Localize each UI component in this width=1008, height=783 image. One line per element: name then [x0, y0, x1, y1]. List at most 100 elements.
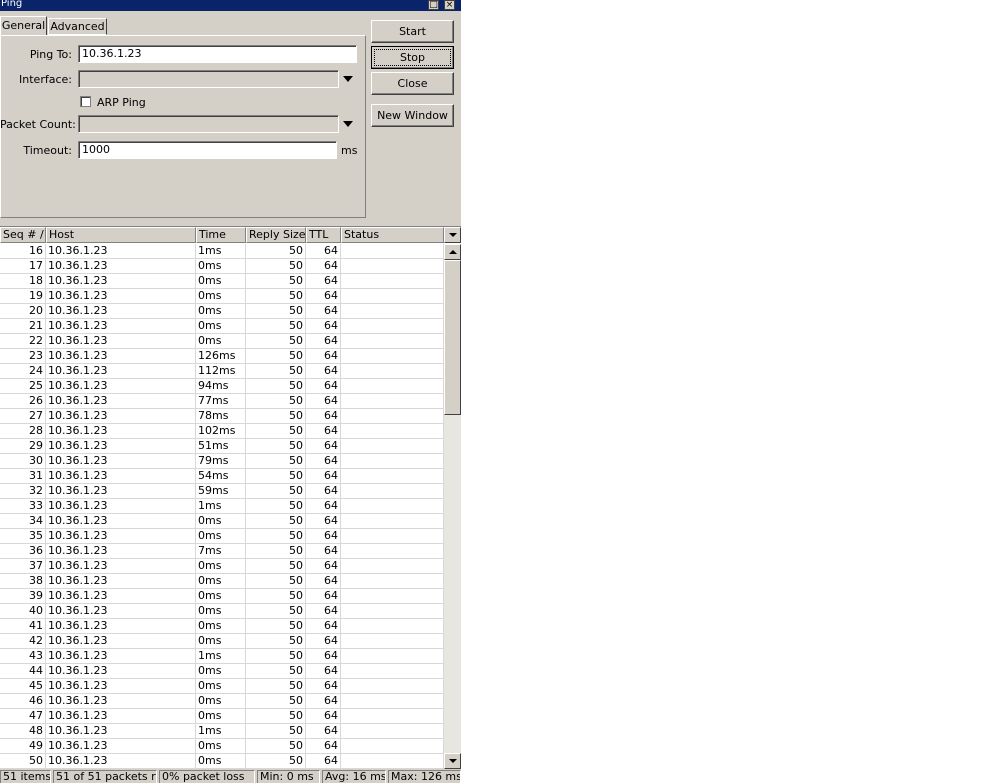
table-row[interactable]: 46 10.36.1.23 0ms 50 64	[0, 694, 444, 709]
host-cell: 10.36.1.23	[46, 664, 196, 679]
table-row[interactable]: 24 10.36.1.23 112ms 50 64	[0, 364, 444, 379]
table-row[interactable]: 37 10.36.1.23 0ms 50 64	[0, 559, 444, 574]
table-row[interactable]: 49 10.36.1.23 0ms 50 64	[0, 739, 444, 754]
status-cell	[341, 724, 444, 739]
seq-cell: 43	[0, 649, 46, 664]
table-row[interactable]: 36 10.36.1.23 7ms 50 64	[0, 544, 444, 559]
timeout-input[interactable]: 1000	[78, 141, 337, 159]
table-row[interactable]: 22 10.36.1.23 0ms 50 64	[0, 334, 444, 349]
restore-icon[interactable]: □	[428, 0, 439, 10]
vertical-scrollbar[interactable]	[444, 244, 461, 769]
table-header: Seq # / Host Time Reply Size TTL Status	[0, 227, 444, 243]
scroll-thumb[interactable]	[444, 260, 461, 415]
table-row[interactable]: 44 10.36.1.23 0ms 50 64	[0, 664, 444, 679]
seq-cell: 28	[0, 424, 46, 439]
reply-size-cell: 50	[246, 379, 306, 394]
status-cell	[341, 349, 444, 364]
close-window-icon[interactable]: ×	[444, 0, 455, 10]
status-cell	[341, 694, 444, 709]
table-row[interactable]: 48 10.36.1.23 1ms 50 64	[0, 724, 444, 739]
table-row[interactable]: 19 10.36.1.23 0ms 50 64	[0, 289, 444, 304]
table-row[interactable]: 42 10.36.1.23 0ms 50 64	[0, 634, 444, 649]
table-row[interactable]: 16 10.36.1.23 1ms 50 64	[0, 244, 444, 259]
reply-size-cell: 50	[246, 409, 306, 424]
table-row[interactable]: 25 10.36.1.23 94ms 50 64	[0, 379, 444, 394]
time-cell: 1ms	[196, 244, 246, 259]
start-button-label: Start	[399, 25, 426, 38]
column-status[interactable]: Status	[341, 227, 444, 243]
time-cell: 78ms	[196, 409, 246, 424]
table-row[interactable]: 40 10.36.1.23 0ms 50 64	[0, 604, 444, 619]
close-button[interactable]: Close	[371, 72, 454, 95]
table-row[interactable]: 38 10.36.1.23 0ms 50 64	[0, 574, 444, 589]
table-row[interactable]: 18 10.36.1.23 0ms 50 64	[0, 274, 444, 289]
time-cell: 0ms	[196, 589, 246, 604]
host-cell: 10.36.1.23	[46, 694, 196, 709]
seq-cell: 16	[0, 244, 46, 259]
tab-general[interactable]: General	[0, 16, 47, 35]
arp-ping-checkbox[interactable]	[80, 96, 91, 107]
table-row[interactable]: 41 10.36.1.23 0ms 50 64	[0, 619, 444, 634]
table-row[interactable]: 32 10.36.1.23 59ms 50 64	[0, 484, 444, 499]
title-bar[interactable]: Ping □ ×	[0, 0, 461, 11]
scroll-down-icon	[449, 759, 457, 763]
scroll-down-button[interactable]	[444, 753, 461, 769]
table-row[interactable]: 27 10.36.1.23 78ms 50 64	[0, 409, 444, 424]
host-cell: 10.36.1.23	[46, 724, 196, 739]
status-max-text: Max: 126 ms	[391, 770, 461, 783]
seq-cell: 38	[0, 574, 46, 589]
table-row[interactable]: 26 10.36.1.23 77ms 50 64	[0, 394, 444, 409]
table-row[interactable]: 17 10.36.1.23 0ms 50 64	[0, 259, 444, 274]
stop-button[interactable]: Stop	[371, 46, 454, 69]
status-loss-text: 0% packet loss	[162, 770, 245, 783]
column-ttl[interactable]: TTL	[306, 227, 341, 243]
column-time[interactable]: Time	[196, 227, 246, 243]
table-row[interactable]: 43 10.36.1.23 1ms 50 64	[0, 649, 444, 664]
column-host[interactable]: Host	[46, 227, 196, 243]
ping-to-input[interactable]: 10.36.1.23	[78, 45, 357, 63]
interface-dropdown-icon[interactable]	[343, 76, 353, 82]
reply-size-cell: 50	[246, 559, 306, 574]
status-cell	[341, 499, 444, 514]
column-reply-size[interactable]: Reply Size	[246, 227, 306, 243]
table-row[interactable]: 50 10.36.1.23 0ms 50 64	[0, 754, 444, 769]
table-row[interactable]: 45 10.36.1.23 0ms 50 64	[0, 679, 444, 694]
seq-cell: 50	[0, 754, 46, 769]
host-cell: 10.36.1.23	[46, 289, 196, 304]
ttl-cell: 64	[306, 604, 341, 619]
table-row[interactable]: 34 10.36.1.23 0ms 50 64	[0, 514, 444, 529]
ttl-cell: 64	[306, 499, 341, 514]
ttl-cell: 64	[306, 754, 341, 769]
tab-advanced-label: Advanced	[50, 20, 105, 33]
column-seq[interactable]: Seq # /	[0, 227, 46, 243]
table-row[interactable]: 33 10.36.1.23 1ms 50 64	[0, 499, 444, 514]
table-row[interactable]: 23 10.36.1.23 126ms 50 64	[0, 349, 444, 364]
packet-count-dropdown-icon[interactable]	[343, 121, 353, 127]
table-row[interactable]: 29 10.36.1.23 51ms 50 64	[0, 439, 444, 454]
status-cell	[341, 409, 444, 424]
table-row[interactable]: 30 10.36.1.23 79ms 50 64	[0, 454, 444, 469]
table-row[interactable]: 39 10.36.1.23 0ms 50 64	[0, 589, 444, 604]
scroll-up-button[interactable]	[444, 244, 461, 260]
table-row[interactable]: 21 10.36.1.23 0ms 50 64	[0, 319, 444, 334]
time-cell: 7ms	[196, 544, 246, 559]
reply-size-cell: 50	[246, 499, 306, 514]
table-row[interactable]: 35 10.36.1.23 0ms 50 64	[0, 529, 444, 544]
start-button[interactable]: Start	[371, 20, 454, 43]
table-row[interactable]: 20 10.36.1.23 0ms 50 64	[0, 304, 444, 319]
ttl-cell: 64	[306, 379, 341, 394]
interface-select[interactable]	[78, 70, 339, 88]
status-min-text: Min: 0 ms	[260, 770, 314, 783]
reply-size-cell: 50	[246, 754, 306, 769]
tab-advanced[interactable]: Advanced	[48, 18, 107, 35]
ttl-cell: 64	[306, 454, 341, 469]
status-cell	[341, 739, 444, 754]
table-row[interactable]: 31 10.36.1.23 54ms 50 64	[0, 469, 444, 484]
ttl-cell: 64	[306, 394, 341, 409]
new-window-button[interactable]: New Window	[371, 104, 454, 127]
table-row[interactable]: 47 10.36.1.23 0ms 50 64	[0, 709, 444, 724]
table-row[interactable]: 28 10.36.1.23 102ms 50 64	[0, 424, 444, 439]
column-menu-button[interactable]	[444, 227, 461, 243]
seq-cell: 25	[0, 379, 46, 394]
packet-count-select[interactable]	[78, 115, 339, 133]
